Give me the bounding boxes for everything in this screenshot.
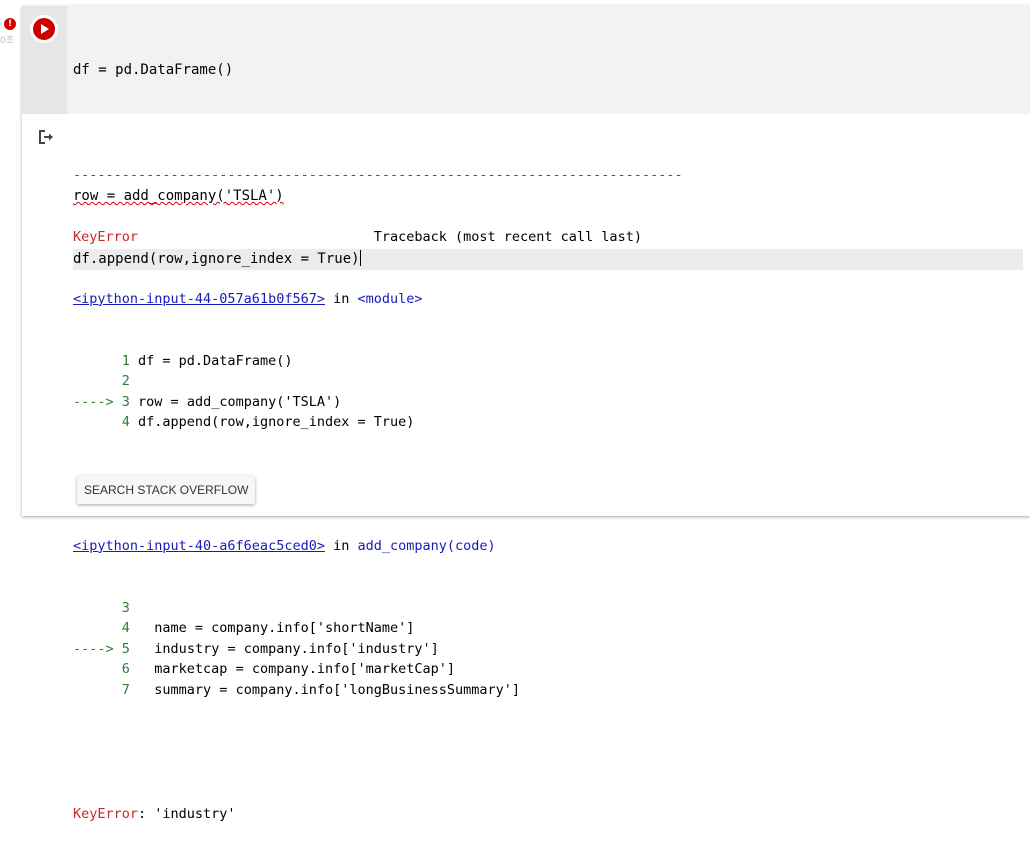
traceback-label: Traceback (most recent call last) xyxy=(373,228,642,245)
frame1-scope: <module> xyxy=(357,290,423,307)
traceback-line-number: 4 xyxy=(113,414,139,431)
traceback-line-number: 2 xyxy=(113,373,139,390)
traceback-line: 1 df = pd.DataFrame() xyxy=(73,351,683,372)
traceback-code: summary = company.info['longBusinessSumm… xyxy=(138,682,521,699)
traceback-code: df = pd.DataFrame() xyxy=(138,352,293,369)
frame2-in: in xyxy=(333,537,350,554)
traceback-arrow: ----> xyxy=(73,640,122,657)
error-name: KeyError xyxy=(73,228,139,245)
traceback-line-number: 3 xyxy=(113,599,139,616)
frame2-link[interactable]: <ipython-input-40-a6f6eac5ced0> xyxy=(73,538,325,554)
traceback-line-number: 3 xyxy=(121,393,139,410)
frame1-link[interactable]: <ipython-input-44-057a61b0f567> xyxy=(73,291,325,307)
traceback-code: row = add_company('TSLA') xyxy=(138,393,342,410)
cell-input[interactable]: df = pd.DataFrame() row = add_company('T… xyxy=(22,6,1030,270)
traceback-line: 2 xyxy=(73,371,683,392)
traceback-line-number: 1 xyxy=(113,352,139,369)
code-line-1: df = pd.DataFrame() xyxy=(73,62,234,78)
frame1-header: <ipython-input-44-057a61b0f567> in <modu… xyxy=(73,289,683,310)
traceback-line: 4 name = company.info['shortName'] xyxy=(73,618,683,639)
traceback-line: ----> 5 industry = company.info['industr… xyxy=(73,639,683,660)
error-badge-icon: ! xyxy=(4,18,16,30)
traceback-arrow xyxy=(73,661,114,677)
traceback-line-number: 4 xyxy=(113,620,139,637)
run-cell-button[interactable] xyxy=(33,18,55,40)
traceback-line-number: 5 xyxy=(121,640,139,657)
traceback-arrow xyxy=(73,620,114,636)
frame1-lines: 1 df = pd.DataFrame() 2 ----> 3 row = ad… xyxy=(73,351,683,433)
run-gutter xyxy=(22,6,67,114)
traceback-line: 7 summary = company.info['longBusinessSu… xyxy=(73,680,683,701)
traceback-line-number: 7 xyxy=(113,682,139,699)
traceback-arrow xyxy=(73,682,114,698)
traceback-separator: ----------------------------------------… xyxy=(73,167,683,184)
traceback-arrow xyxy=(73,600,114,616)
final-error: KeyError: 'industry' xyxy=(73,804,683,825)
execution-time: 0초 xyxy=(0,36,15,46)
traceback-arrow: ----> xyxy=(73,393,122,410)
search-stack-overflow-button[interactable]: SEARCH STACK OVERFLOW xyxy=(77,476,256,504)
traceback-code: df.append(row,ignore_index = True) xyxy=(138,414,415,431)
traceback-arrow xyxy=(73,414,114,430)
frame2-header: <ipython-input-40-a6f6eac5ced0> in add_c… xyxy=(73,536,683,557)
traceback-code: marketcap = company.info['marketCap'] xyxy=(138,661,456,678)
traceback-line: ----> 3 row = add_company('TSLA') xyxy=(73,392,683,413)
frame2-scope: add_company(code) xyxy=(357,537,496,554)
traceback-line: 3 xyxy=(73,598,683,619)
final-error-message: : 'industry' xyxy=(138,805,236,822)
frame1-in: in xyxy=(333,290,350,307)
final-error-name: KeyError xyxy=(73,805,139,822)
traceback-code: industry = company.info['industry'] xyxy=(138,640,439,657)
output-action-icon[interactable] xyxy=(36,128,54,146)
frame2-lines: 3 4 name = company.info['shortName'] ----… xyxy=(73,598,683,701)
traceback-code: name = company.info['shortName'] xyxy=(138,620,415,637)
traceback-header: KeyError Traceback (most recent call las… xyxy=(73,227,683,248)
traceback-line-number: 6 xyxy=(113,661,139,678)
code-cell: df = pd.DataFrame() row = add_company('T… xyxy=(22,6,1030,822)
traceback-arrow xyxy=(73,353,114,369)
traceback-line: 4 df.append(row,ignore_index = True) xyxy=(73,412,683,433)
traceback-line: 6 marketcap = company.info['marketCap'] xyxy=(73,659,683,680)
traceback-arrow xyxy=(73,373,114,389)
